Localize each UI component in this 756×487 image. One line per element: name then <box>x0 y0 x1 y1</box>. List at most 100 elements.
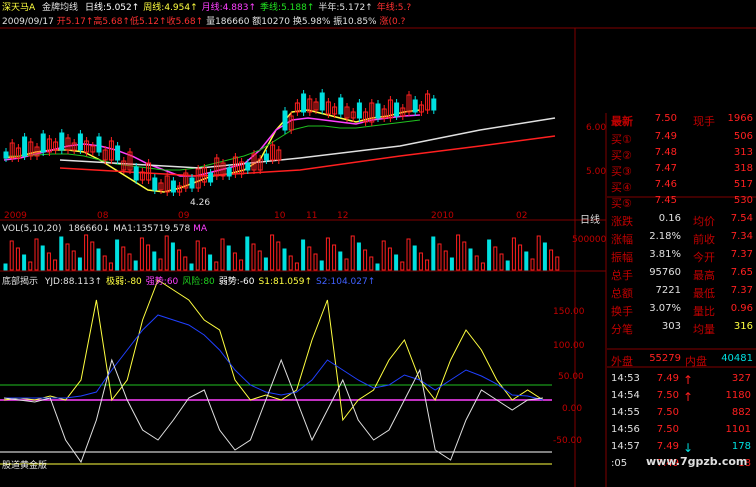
volume-bar <box>468 248 473 271</box>
tick-volume: 882 <box>731 407 751 418</box>
indicator-title: 底部揭示 <box>2 277 39 287</box>
volume-bar <box>356 242 361 271</box>
ma-item: 日线:5.052↑ <box>84 3 140 13</box>
tick-volume: 327 <box>731 373 751 384</box>
candle-body <box>96 136 102 153</box>
candle-body <box>40 133 46 153</box>
volume-bar <box>220 238 225 271</box>
halfyear-ma-line <box>59 117 556 169</box>
volume-bar <box>536 235 541 271</box>
volume-bar <box>530 258 535 271</box>
tick-row: 14:55 7.50 882 <box>607 407 756 423</box>
volume-bar <box>443 250 448 271</box>
volume-bar <box>375 263 380 271</box>
volume-bar <box>121 246 126 271</box>
bid-label: 买③ <box>611 165 632 178</box>
date-02: 02 <box>516 211 528 221</box>
volume-bar <box>301 239 306 271</box>
volume-bar <box>158 258 163 271</box>
ma-title: 金牌均线 <box>42 3 79 13</box>
ma-item: 年线:5.? <box>376 3 412 13</box>
volume-bar <box>350 235 355 271</box>
ma-item: 周线:4.954↑ <box>143 3 198 13</box>
vol-header: VOL(5,10,20) 186660↓ MA1:135719.578 MA <box>2 224 208 234</box>
volume-bar <box>480 262 485 271</box>
volume-bar <box>487 239 492 271</box>
volume-bar <box>319 260 324 271</box>
tick-volume: 1101 <box>725 424 751 435</box>
volume-bar <box>164 235 169 271</box>
volume-bar <box>152 251 157 271</box>
bar-volume: 量186660 <box>206 17 250 27</box>
candle-body <box>208 172 214 183</box>
date-11: 11 <box>306 211 318 221</box>
bid-qty: 313 <box>733 147 753 158</box>
volume-bar <box>288 255 293 271</box>
yjd-line <box>3 358 544 464</box>
bid-row: 买① 7.49 506 <box>607 131 756 147</box>
period-label[interactable]: 日线 <box>580 211 600 226</box>
ma-item: 半年:5.172↑ <box>318 3 373 13</box>
volume-bar <box>46 252 51 271</box>
volume-bar <box>108 262 113 271</box>
volume-bar <box>524 251 529 271</box>
vol-axis-tick: 500000 <box>572 235 607 245</box>
stat-label: 总额 <box>611 287 633 300</box>
stock-name[interactable]: 深天马A <box>2 3 35 13</box>
volume-bar <box>214 261 219 271</box>
volume-bar <box>387 247 392 271</box>
tick-row: 14:54 7.50 ↑ 1180 <box>607 390 756 406</box>
candle-body <box>170 180 176 193</box>
volume-bar <box>294 262 299 271</box>
bid-price: 7.48 <box>654 147 677 158</box>
date-2010: 2010 <box>431 211 454 221</box>
volume-bar <box>400 261 405 271</box>
candle-body <box>59 132 65 151</box>
tick-arrow: ↑ <box>683 390 694 404</box>
bar-turnover: 换5.98% <box>292 17 331 27</box>
header-line-2: 2009/09/17 开5.17↑高5.68↑低5.12↑收5.68↑ 量186… <box>2 14 405 27</box>
indicator-item: S2:104.027↑ <box>316 277 376 287</box>
volume-bar <box>28 261 33 271</box>
volume-bar <box>406 238 411 271</box>
ind-tick-neg50: -50.00 <box>553 436 583 446</box>
candle-body <box>338 97 344 115</box>
tick-price: 7.50 <box>656 424 679 435</box>
stat-value-2: 7.65 <box>730 267 753 278</box>
candle-body <box>22 136 28 157</box>
outer-value: 55279 <box>649 353 681 364</box>
volume-bar <box>270 234 275 271</box>
bid-label: 买⑤ <box>611 197 632 210</box>
volume-bar <box>332 244 337 271</box>
ohlc-item: 高5.68↑ <box>93 17 130 27</box>
volume-bar <box>511 237 516 271</box>
volume-bar <box>115 239 120 271</box>
stat-label-2: 均量 <box>693 323 715 336</box>
stat-value-2: 0.96 <box>730 303 753 314</box>
tick-row: 14:53 7.49 ↑ 327 <box>607 373 756 389</box>
stat-label: 总手 <box>611 269 633 282</box>
volume-bar <box>40 245 45 271</box>
volume-bar <box>338 251 343 271</box>
bid-row: 买④ 7.46 517 <box>607 179 756 195</box>
candle-body <box>245 162 251 171</box>
candle-body <box>394 102 400 117</box>
stat-value: 7221 <box>655 285 681 296</box>
volume-bar <box>102 255 107 271</box>
tick-price: 7.49 <box>656 441 679 452</box>
volume-bar <box>34 238 39 271</box>
stat-value: 2.18% <box>649 231 681 242</box>
stat-label: 涨幅 <box>611 233 633 246</box>
bar-change: 涨(0.? <box>379 17 406 27</box>
ohlc-item: 收5.68↑ <box>166 17 204 27</box>
indicator-item: 弱势:-60 <box>218 277 255 287</box>
volume-bar <box>133 260 138 271</box>
tick-row: 14:56 7.50 1101 <box>607 424 756 440</box>
bid-label: 买① <box>611 133 632 146</box>
stat-label: 换手 <box>611 305 633 318</box>
stat-value-2: 7.37 <box>730 249 753 260</box>
bid-price: 7.47 <box>654 163 677 174</box>
inner-value: 40481 <box>721 353 753 364</box>
stat-value-2: 316 <box>733 321 753 332</box>
bid-label: 买④ <box>611 181 632 194</box>
